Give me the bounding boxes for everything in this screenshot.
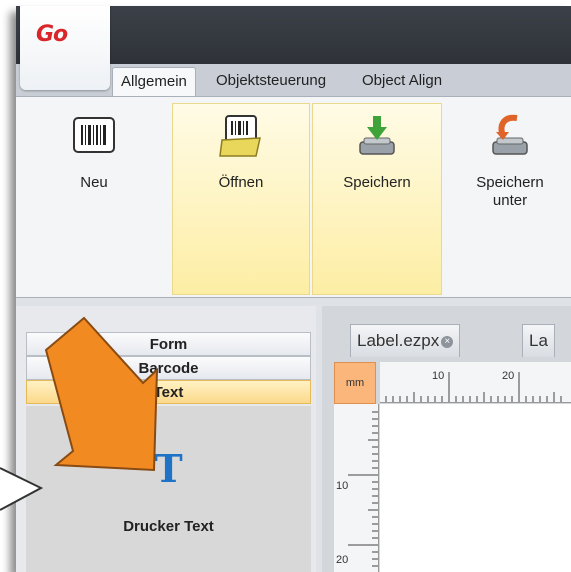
app-logo: Go: [36, 22, 68, 47]
orange-arrow-icon: [44, 316, 159, 472]
application-menu-button[interactable]: Go: [20, 6, 110, 90]
tooltip-pointer-callout: [0, 467, 44, 511]
